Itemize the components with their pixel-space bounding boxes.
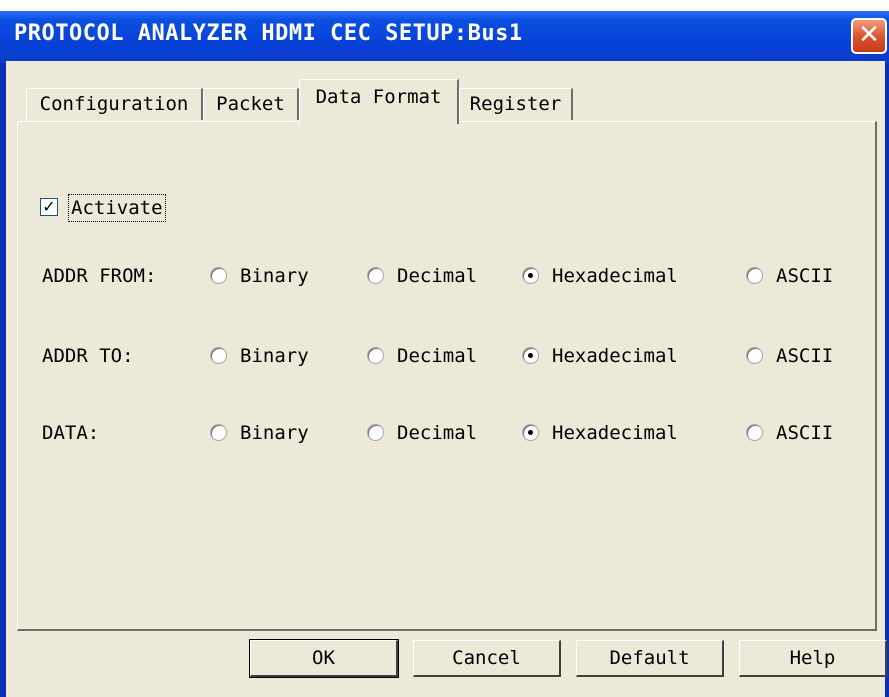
setup-dialog: PROTOCOL ANALYZER HDMI CEC SETUP:Bus1 ✕ … <box>0 11 889 697</box>
activate-label[interactable]: Activate <box>68 194 166 222</box>
radio-label: Decimal <box>397 345 478 367</box>
tab-configuration[interactable]: Configuration <box>26 88 203 120</box>
radio-label: ASCII <box>776 345 834 367</box>
close-icon: ✕ <box>858 20 880 50</box>
radio-indicator-icon[interactable] <box>210 347 227 364</box>
radio-label: Hexadecimal <box>552 422 678 444</box>
radio-indicator-icon[interactable] <box>210 267 227 284</box>
radio-ascii[interactable]: ASCII <box>746 263 889 289</box>
radio-label: Hexadecimal <box>552 345 678 367</box>
default-button[interactable]: Default <box>576 640 724 677</box>
format-row-label: ADDR FROM: <box>42 265 157 287</box>
close-button[interactable]: ✕ <box>851 18 887 54</box>
radio-indicator-icon[interactable] <box>522 424 539 441</box>
radio-label: Binary <box>240 265 309 287</box>
radio-indicator-icon[interactable] <box>367 424 384 441</box>
radio-ascii[interactable]: ASCII <box>746 343 889 369</box>
radio-indicator-icon[interactable] <box>746 267 763 284</box>
help-button[interactable]: Help <box>739 640 887 677</box>
tab-register[interactable]: Register <box>459 88 573 120</box>
tab-data-format[interactable]: Data Format <box>299 79 459 124</box>
radio-label: Decimal <box>397 265 478 287</box>
cancel-button[interactable]: Cancel <box>413 640 561 677</box>
radio-hexadecimal[interactable]: Hexadecimal <box>522 343 712 369</box>
radio-indicator-icon[interactable] <box>367 347 384 364</box>
tab-packet[interactable]: Packet <box>203 88 299 120</box>
window-title: PROTOCOL ANALYZER HDMI CEC SETUP:Bus1 <box>14 21 523 46</box>
radio-label: Binary <box>240 345 309 367</box>
radio-label: Binary <box>240 422 309 444</box>
radio-indicator-icon[interactable] <box>522 267 539 284</box>
activate-checkbox[interactable]: ✓ <box>40 198 58 216</box>
radio-label: ASCII <box>776 422 834 444</box>
format-row-label: ADDR TO: <box>42 345 134 367</box>
checkmark-icon: ✓ <box>42 197 56 216</box>
radio-indicator-icon[interactable] <box>746 347 763 364</box>
radio-indicator-icon[interactable] <box>367 267 384 284</box>
dialog-body: Configuration Packet Data Format Registe… <box>6 61 887 697</box>
radio-indicator-icon[interactable] <box>210 424 227 441</box>
radio-ascii[interactable]: ASCII <box>746 420 889 446</box>
title-bar[interactable]: PROTOCOL ANALYZER HDMI CEC SETUP:Bus1 ✕ <box>0 11 889 63</box>
radio-hexadecimal[interactable]: Hexadecimal <box>522 420 712 446</box>
radio-hexadecimal[interactable]: Hexadecimal <box>522 263 712 289</box>
ok-button[interactable]: OK <box>249 639 399 678</box>
radio-indicator-icon[interactable] <box>746 424 763 441</box>
format-row-label: DATA: <box>42 422 100 444</box>
radio-label: Decimal <box>397 422 478 444</box>
radio-label: Hexadecimal <box>552 265 678 287</box>
radio-label: ASCII <box>776 265 834 287</box>
radio-indicator-icon[interactable] <box>522 347 539 364</box>
